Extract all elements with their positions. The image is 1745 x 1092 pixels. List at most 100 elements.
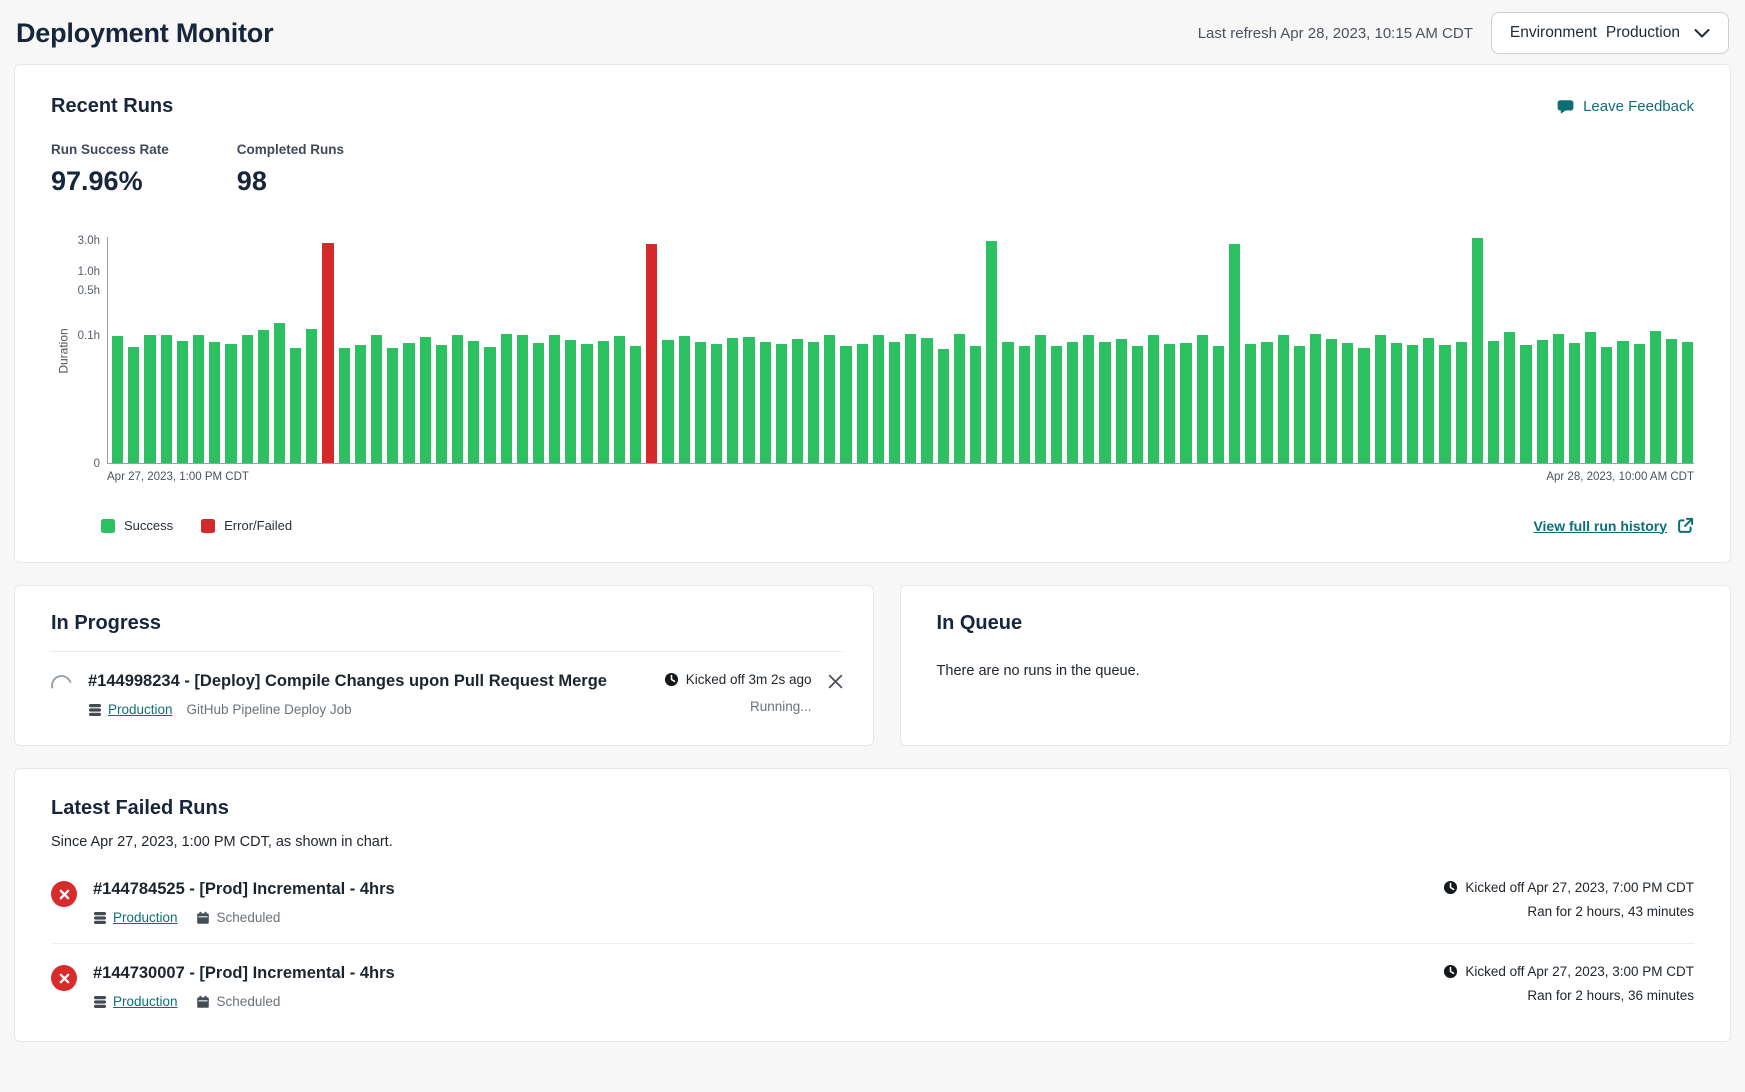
run-bar[interactable] bbox=[565, 340, 576, 463]
leave-feedback-button[interactable]: Leave Feedback bbox=[1557, 98, 1694, 115]
run-bar[interactable] bbox=[808, 342, 819, 463]
run-bar[interactable] bbox=[1504, 332, 1515, 463]
run-bar[interactable] bbox=[1601, 347, 1612, 463]
run-bar-failed[interactable] bbox=[646, 244, 657, 463]
run-bar[interactable] bbox=[743, 337, 754, 463]
run-bar[interactable] bbox=[1342, 343, 1353, 463]
run-bar[interactable] bbox=[938, 349, 949, 463]
run-bar[interactable] bbox=[1407, 345, 1418, 463]
run-bar[interactable] bbox=[403, 343, 414, 463]
run-bar[interactable] bbox=[1083, 335, 1094, 463]
run-bar[interactable] bbox=[1634, 344, 1645, 463]
run-bar[interactable] bbox=[242, 335, 253, 463]
run-bar[interactable] bbox=[792, 339, 803, 463]
run-bar[interactable] bbox=[1067, 342, 1078, 463]
run-bar[interactable] bbox=[1310, 334, 1321, 463]
run-bar[interactable] bbox=[387, 348, 398, 463]
environment-selector[interactable]: Environment Production bbox=[1491, 12, 1729, 54]
run-bar[interactable] bbox=[1099, 342, 1110, 463]
run-bar[interactable] bbox=[193, 335, 204, 463]
run-bar[interactable] bbox=[339, 348, 350, 463]
run-bar[interactable] bbox=[776, 344, 787, 463]
run-bar[interactable] bbox=[1294, 346, 1305, 463]
run-bar[interactable] bbox=[760, 342, 771, 463]
close-button[interactable] bbox=[828, 674, 843, 689]
run-bar[interactable] bbox=[695, 342, 706, 463]
run-bar[interactable] bbox=[549, 335, 560, 463]
run-bar[interactable] bbox=[517, 335, 528, 463]
run-bar[interactable] bbox=[290, 348, 301, 463]
run-bar[interactable] bbox=[824, 335, 835, 463]
run-bar[interactable] bbox=[905, 334, 916, 463]
run-bar[interactable] bbox=[225, 344, 236, 463]
run-bar[interactable] bbox=[420, 337, 431, 463]
run-bar[interactable] bbox=[840, 346, 851, 463]
environment-link[interactable]: Production bbox=[88, 702, 173, 717]
run-bar[interactable] bbox=[1164, 344, 1175, 463]
run-bar[interactable] bbox=[501, 334, 512, 463]
run-bar[interactable] bbox=[306, 329, 317, 463]
run-bar[interactable] bbox=[436, 345, 447, 463]
run-bar[interactable] bbox=[970, 346, 981, 463]
run-bar[interactable] bbox=[1358, 348, 1369, 463]
run-bar[interactable] bbox=[1245, 344, 1256, 463]
run-bar[interactable] bbox=[1375, 335, 1386, 463]
run-bar[interactable] bbox=[1617, 341, 1628, 463]
run-bar[interactable] bbox=[1019, 346, 1030, 463]
run-bar[interactable] bbox=[711, 344, 722, 463]
run-bar[interactable] bbox=[144, 335, 155, 463]
run-bar[interactable] bbox=[889, 342, 900, 463]
run-bar[interactable] bbox=[1002, 342, 1013, 463]
run-bar[interactable] bbox=[630, 346, 641, 463]
run-bar[interactable] bbox=[1439, 345, 1450, 463]
run-bar[interactable] bbox=[986, 241, 997, 463]
view-full-run-history-link[interactable]: View full run history bbox=[1533, 517, 1694, 534]
run-bar[interactable] bbox=[1520, 345, 1531, 463]
run-bar[interactable] bbox=[468, 341, 479, 463]
run-bar[interactable] bbox=[1035, 335, 1046, 463]
run-bar[interactable] bbox=[274, 323, 285, 463]
run-bar[interactable] bbox=[1569, 343, 1580, 463]
run-bar[interactable] bbox=[614, 336, 625, 463]
run-bar[interactable] bbox=[1682, 342, 1693, 463]
run-bar[interactable] bbox=[177, 341, 188, 463]
run-bar[interactable] bbox=[581, 344, 592, 463]
environment-link[interactable]: Production bbox=[93, 910, 178, 925]
run-bar[interactable] bbox=[1148, 335, 1159, 463]
run-bar[interactable] bbox=[1132, 346, 1143, 463]
run-bar[interactable] bbox=[161, 335, 172, 463]
run-bar[interactable] bbox=[1585, 332, 1596, 463]
run-bar[interactable] bbox=[857, 344, 868, 463]
run-bar[interactable] bbox=[1650, 331, 1661, 463]
run-bar[interactable] bbox=[1278, 335, 1289, 463]
run-bar[interactable] bbox=[533, 343, 544, 463]
run-bar[interactable] bbox=[954, 334, 965, 463]
run-bar[interactable] bbox=[1423, 338, 1434, 463]
run-bar[interactable] bbox=[873, 335, 884, 463]
run-bar[interactable] bbox=[355, 345, 366, 463]
run-bar[interactable] bbox=[1537, 340, 1548, 463]
run-bar[interactable] bbox=[1261, 342, 1272, 463]
run-bar[interactable] bbox=[1456, 342, 1467, 463]
run-bar[interactable] bbox=[1229, 244, 1240, 463]
run-bar[interactable] bbox=[452, 335, 463, 463]
run-bar[interactable] bbox=[679, 336, 690, 463]
run-bar[interactable] bbox=[258, 330, 269, 463]
run-bar[interactable] bbox=[1553, 334, 1564, 463]
run-bar[interactable] bbox=[1180, 343, 1191, 463]
run-bar[interactable] bbox=[1391, 343, 1402, 463]
run-bar[interactable] bbox=[1472, 238, 1483, 463]
run-bar[interactable] bbox=[484, 347, 495, 463]
run-bar[interactable] bbox=[921, 338, 932, 463]
run-bar[interactable] bbox=[662, 340, 673, 463]
run-bar[interactable] bbox=[1051, 346, 1062, 463]
run-bar[interactable] bbox=[1488, 341, 1499, 463]
run-bar[interactable] bbox=[209, 342, 220, 463]
run-bar[interactable] bbox=[598, 341, 609, 463]
run-bar[interactable] bbox=[371, 335, 382, 463]
run-bar[interactable] bbox=[128, 347, 139, 463]
run-bar[interactable] bbox=[112, 336, 123, 463]
run-bar[interactable] bbox=[1197, 335, 1208, 463]
environment-link[interactable]: Production bbox=[93, 994, 178, 1009]
run-bar[interactable] bbox=[1213, 346, 1224, 463]
